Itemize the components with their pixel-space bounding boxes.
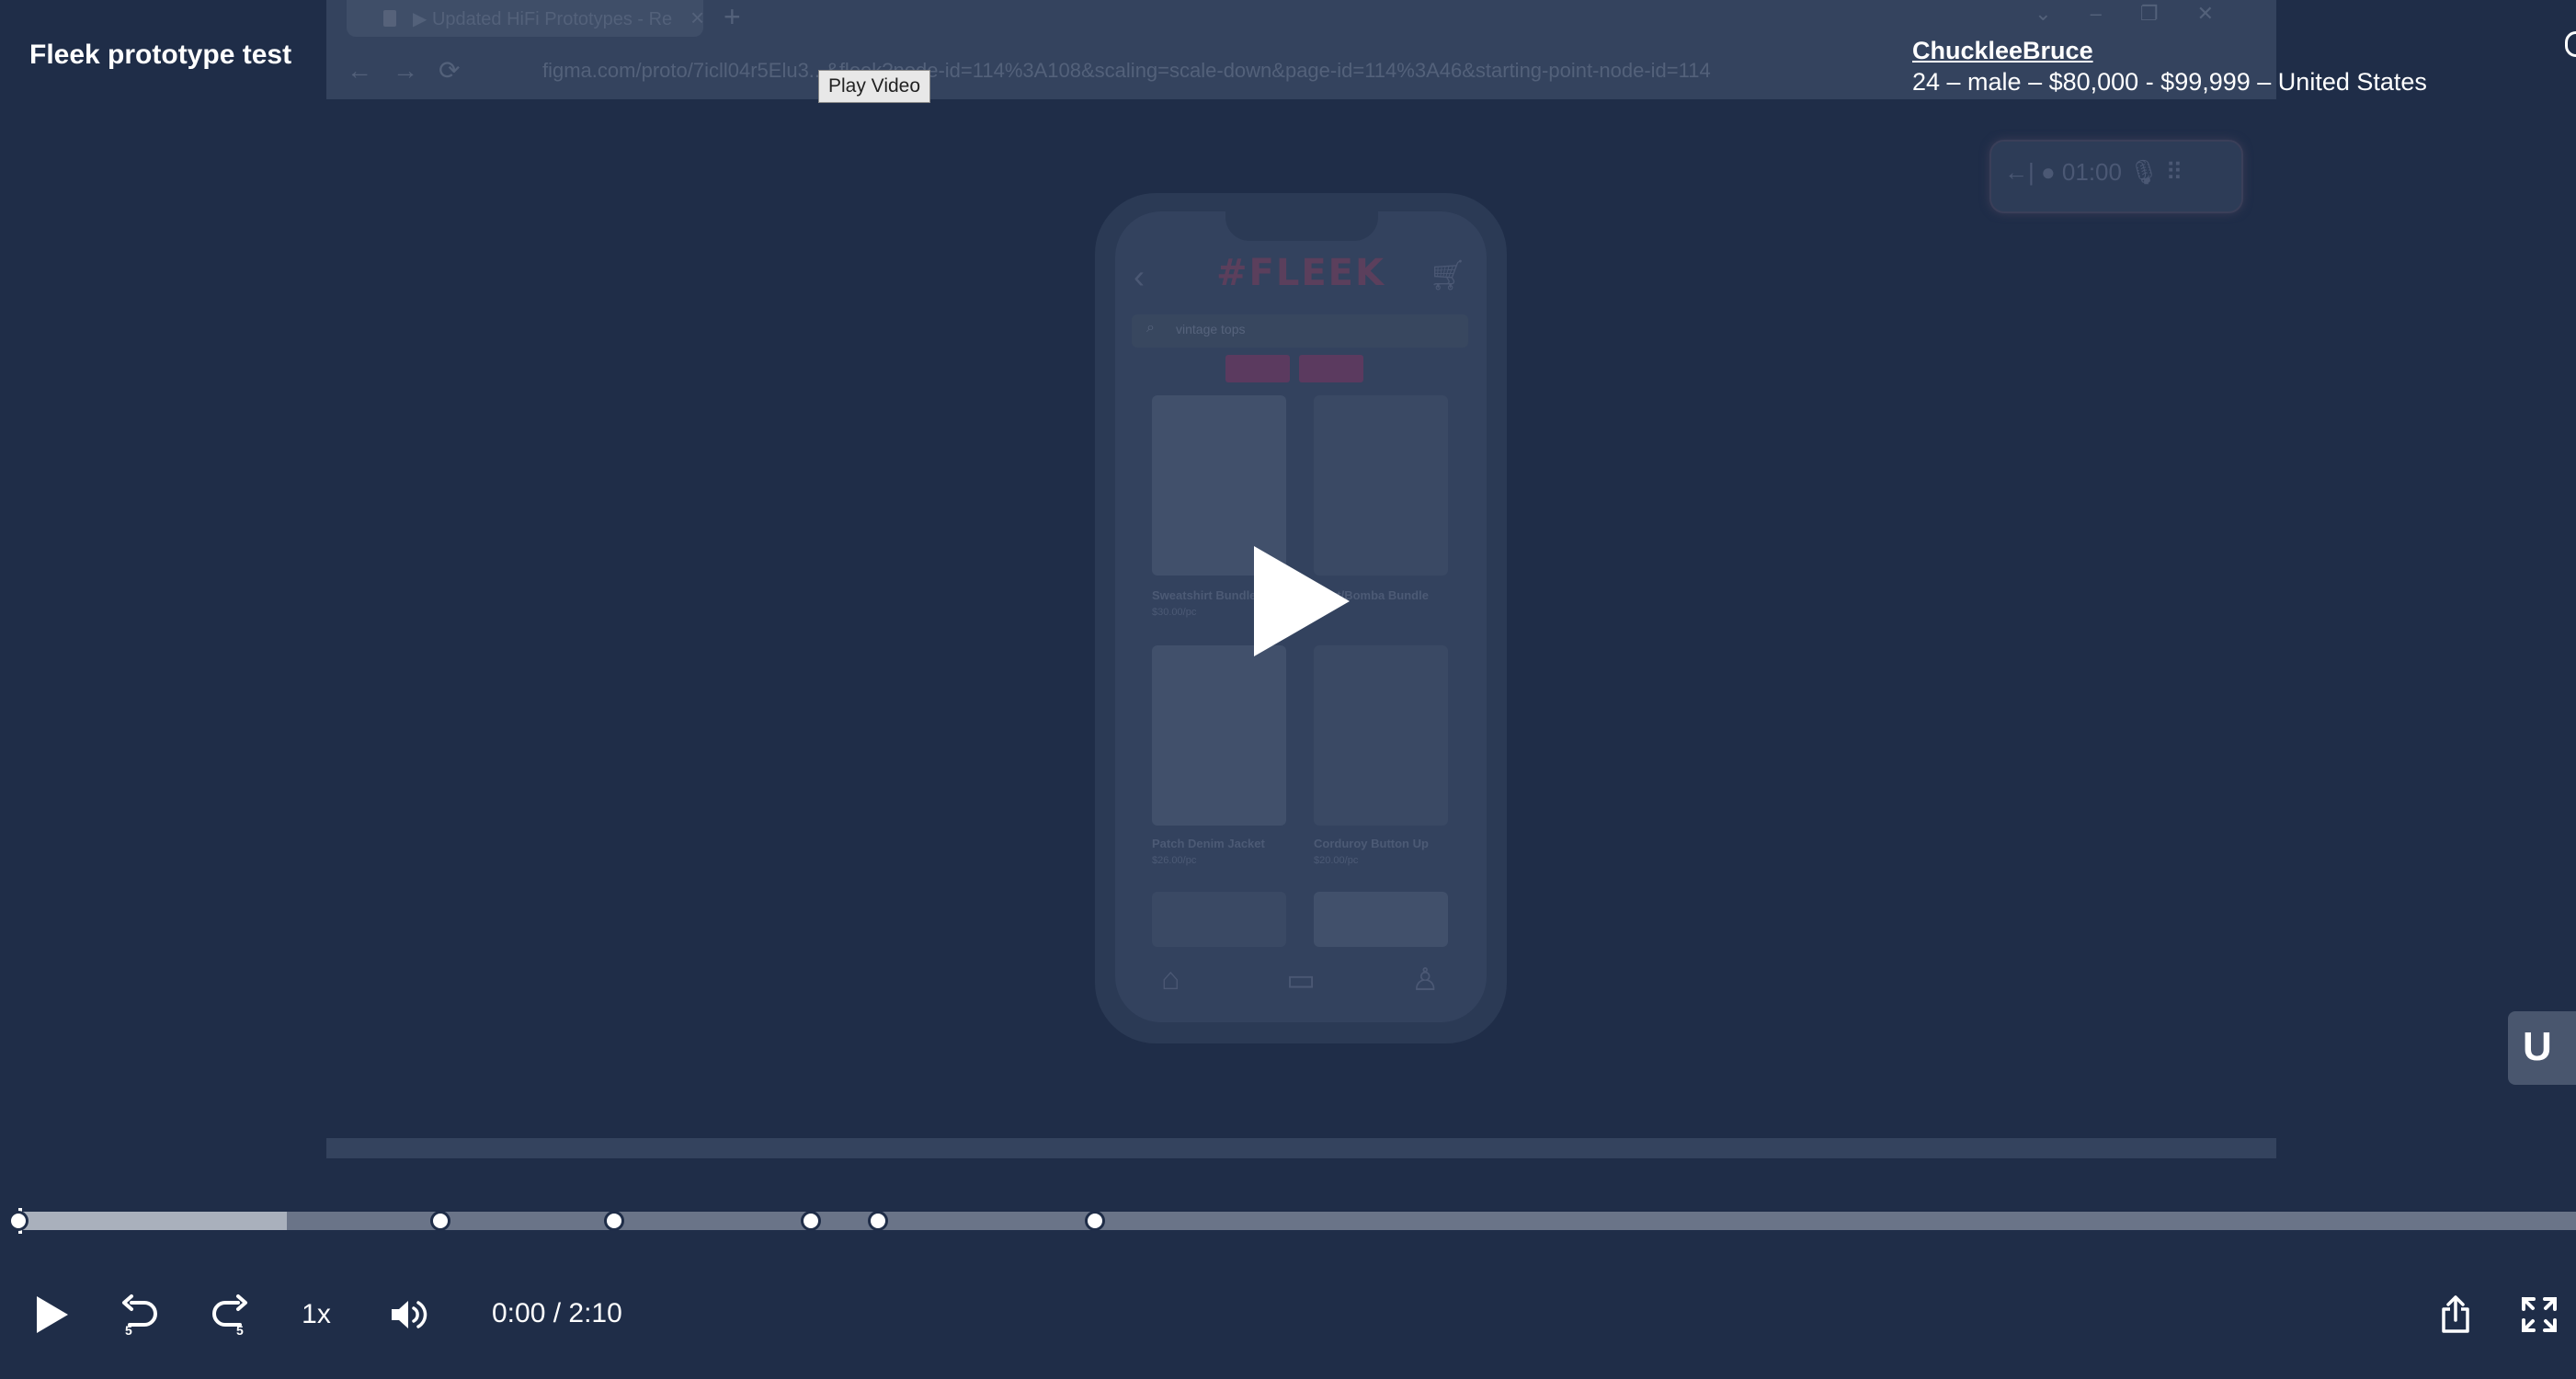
product-price: $26.00/pc — [1152, 855, 1197, 866]
window-controls: ⌄–❐✕ — [2035, 2, 2252, 25]
recorder-widget: ←| ● 01:00 🎙︎ ⠿ — [1989, 140, 2243, 213]
skip-back-button[interactable]: 5 — [116, 1285, 164, 1344]
product-image — [1314, 892, 1448, 947]
search-icon: ⌕ — [1146, 320, 1155, 336]
side-widget-label: U — [2523, 1024, 2552, 1069]
cart-icon: 🛒︎ — [1429, 258, 1466, 291]
timeline-marker[interactable] — [604, 1211, 625, 1231]
side-widget-button[interactable]: U — [2508, 1011, 2576, 1085]
plus-icon: + — [724, 0, 741, 33]
product-name: Patch Denim Jacket — [1152, 837, 1265, 850]
product-image — [1152, 892, 1286, 947]
chat-icon: ▭ — [1286, 963, 1316, 997]
recorder-time: 01:00 — [2061, 158, 2122, 186]
url-text: figma.com/proto/7icll04r5Elu3...&fleek?n… — [542, 59, 1711, 82]
phone-notch — [1225, 211, 1378, 241]
big-play-icon[interactable] — [1254, 546, 1350, 656]
app-bottom-nav: ⌂ ▭ ♙ — [1115, 947, 1487, 1022]
product-name: Corduroy Button Up — [1314, 837, 1429, 850]
skip-forward-button[interactable]: 5 — [206, 1285, 254, 1344]
duration: 2:10 — [568, 1298, 622, 1328]
current-time: 0:00 — [492, 1298, 546, 1328]
fullscreen-icon — [2522, 1297, 2557, 1332]
app-search-bar: ⌕ vintage tops — [1132, 314, 1468, 348]
participant-details: 24 – male – $80,000 - $99,999 – United S… — [1912, 68, 2427, 96]
recorder-timer: ←| ● 01:00 🎙︎ ⠿ — [2004, 158, 2183, 186]
browser-tab: ▶ Updated HiFi Prototypes - Re × — [347, 0, 705, 37]
home-icon: ⌂ — [1161, 962, 1180, 997]
buffered-bar — [18, 1212, 288, 1230]
browser-nav-icons: ←→⟳ — [347, 56, 481, 85]
figma-icon — [383, 10, 396, 27]
play-button[interactable] — [29, 1285, 75, 1344]
forward-icon: 5 — [212, 1294, 247, 1336]
product-price: $20.00/pc — [1314, 855, 1359, 866]
play-video-tooltip: Play Video — [818, 70, 931, 103]
participant-name-link[interactable]: ChuckleeBruce — [1912, 37, 2093, 65]
product-image — [1152, 645, 1286, 826]
time-separator: / — [545, 1298, 569, 1328]
product-price: $30.00/pc — [1152, 607, 1197, 618]
filter-chip — [1225, 355, 1290, 382]
play-icon — [37, 1296, 68, 1333]
share-button[interactable] — [2433, 1285, 2479, 1344]
timeline-marker[interactable] — [1085, 1211, 1106, 1231]
browser-taskbar — [326, 1138, 2276, 1158]
product-name: Sweatshirt Bundle — [1152, 588, 1257, 602]
timeline-marker[interactable] — [430, 1211, 451, 1231]
skip-forward-seconds: 5 — [236, 1323, 244, 1336]
filter-chip — [1299, 355, 1363, 382]
timeline-marker[interactable] — [8, 1211, 28, 1231]
playback-speed-button[interactable]: 1x — [292, 1285, 340, 1344]
rewind-icon: 5 — [122, 1294, 157, 1336]
timeline-marker[interactable] — [801, 1211, 822, 1231]
profile-icon: ♙ — [1411, 963, 1440, 997]
close-icon: × — [690, 4, 705, 31]
volume-button[interactable] — [382, 1285, 434, 1344]
timeline-marker[interactable] — [867, 1211, 888, 1231]
video-frame[interactable]: ▶ Updated HiFi Prototypes - Re × + ⌄–❐✕ … — [0, 0, 2576, 1158]
app-search-query: vintage tops — [1176, 322, 1246, 336]
fullscreen-button[interactable] — [2515, 1285, 2563, 1344]
page-title: Fleek prototype test — [29, 40, 292, 70]
skip-back-seconds: 5 — [125, 1323, 132, 1336]
volume-icon — [392, 1301, 427, 1328]
time-display: 0:00 / 2:10 — [492, 1298, 622, 1329]
browser-tab-title: ▶ Updated HiFi Prototypes - Re — [413, 9, 673, 29]
share-icon — [2442, 1295, 2469, 1333]
product-image — [1314, 645, 1448, 826]
progress-bar[interactable] — [8, 1211, 2576, 1231]
